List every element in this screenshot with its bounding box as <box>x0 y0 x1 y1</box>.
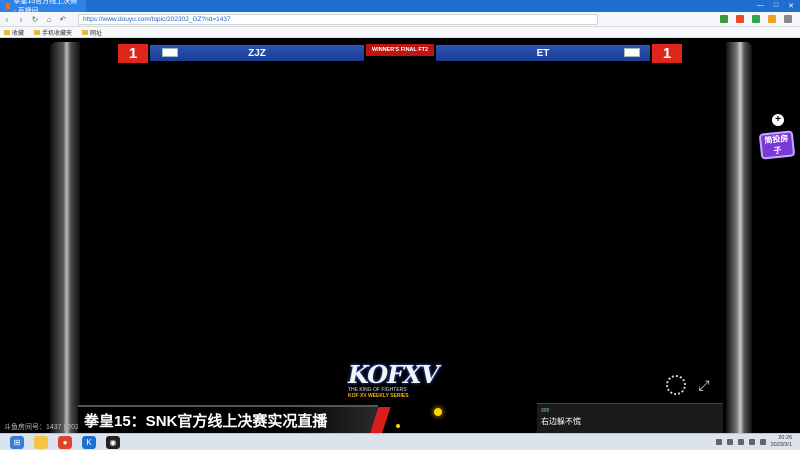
extension-icon[interactable] <box>736 15 744 23</box>
right-frame-decoration <box>726 42 752 442</box>
bookmark-label: 网址 <box>90 30 103 37</box>
start-icon[interactable]: ⊞ <box>10 435 24 449</box>
match-hud: 1 ZJZ WINNER'S FINAL FT2 ET 1 <box>118 44 684 63</box>
right-player-name: ET <box>536 47 550 59</box>
logo-title: KOFXV <box>348 360 439 389</box>
clock-date: 2023/3/1 <box>770 442 792 448</box>
chrome-icon[interactable]: ● <box>58 435 72 449</box>
video-player[interactable]: 1 ZJZ WINNER'S FINAL FT2 ET 1 + 简投房子 KOF… <box>0 38 800 442</box>
undo-icon[interactable]: ↶ <box>56 15 70 24</box>
windows-taskbar: ⊞ ● K ◉ 20:26 2023/3/1 <box>0 433 800 450</box>
banner-text: 拳皇15：SNK官方线上决赛实况直播 <box>84 412 328 430</box>
url-text: https://www.douyu.com/topic/202302_GZ?ri… <box>83 15 231 23</box>
banner-accent <box>369 407 391 435</box>
address-toolbar: ‹ › ↻ ⌂ ↶ https://www.douyu.com/topic/20… <box>0 12 800 27</box>
light-dot <box>396 424 400 428</box>
tray-icon[interactable] <box>737 439 744 445</box>
left-frame-decoration <box>50 42 80 442</box>
browser-icon[interactable]: K <box>82 435 96 449</box>
right-player-bar: ET <box>436 45 650 61</box>
bookmark-item[interactable]: 收藏 <box>4 28 24 37</box>
minimize-button[interactable]: — <box>757 2 764 10</box>
grid-icon[interactable] <box>720 15 728 23</box>
add-icon[interactable]: + <box>772 114 784 126</box>
extension-icon[interactable] <box>768 15 776 23</box>
kof-logo: KOFXV THE KING OF FIGHTERS KOF XV WEEKLY… <box>348 360 458 404</box>
app-icon[interactable] <box>34 435 48 449</box>
bookmark-item[interactable]: 手机收藏夹 <box>34 28 72 37</box>
chat-box: ggg 右边躲不慌 <box>537 403 723 433</box>
folder-icon <box>34 29 41 35</box>
folder-icon <box>4 29 10 35</box>
browser-titlebar: 拳皇15官方线上决赛 - 直播间 — □ ✕ <box>0 0 800 15</box>
left-score: 1 <box>118 44 148 63</box>
camera-icon <box>624 48 640 57</box>
stream-title-banner: 拳皇15：SNK官方线上决赛实况直播 <box>78 405 391 435</box>
window-controls: — □ ✕ <box>757 2 800 10</box>
clock[interactable]: 20:26 2023/3/1 <box>771 435 792 449</box>
loading-icon <box>666 375 686 395</box>
obs-icon[interactable]: ◉ <box>106 435 120 449</box>
folder-icon <box>82 29 89 35</box>
tray-icon[interactable] <box>726 439 733 445</box>
fullscreen-icon[interactable]: ⤢ <box>694 376 714 394</box>
camera-icon <box>162 48 178 57</box>
left-player-name: ZJZ <box>248 47 266 59</box>
chat-message: 右边躲不慌 <box>541 417 581 426</box>
chat-user: ggg <box>541 407 550 413</box>
clock-time: 20:26 <box>778 435 792 441</box>
bookmark-label: 收藏 <box>12 30 25 37</box>
extension-icons <box>720 15 800 23</box>
bookmark-label: 手机收藏夹 <box>42 30 73 37</box>
light-dot <box>434 408 442 416</box>
tab-favicon-icon <box>6 3 11 9</box>
bookmark-item[interactable]: 网址 <box>82 28 102 37</box>
browser-tab[interactable]: 拳皇15官方线上决赛 - 直播间 <box>0 0 86 15</box>
bookmarks-bar: 收藏 手机收藏夹 网址 <box>0 27 800 38</box>
maximize-button[interactable]: □ <box>774 2 778 10</box>
close-button[interactable]: ✕ <box>788 2 794 10</box>
system-tray: 20:26 2023/3/1 <box>715 435 800 449</box>
back-icon[interactable]: ‹ <box>0 15 14 24</box>
forward-icon[interactable]: › <box>14 15 28 24</box>
tray-icon[interactable] <box>715 439 722 445</box>
menu-icon[interactable] <box>784 15 792 23</box>
match-label: WINNER'S FINAL FT2 <box>366 44 434 56</box>
reload-icon[interactable]: ↻ <box>28 15 42 24</box>
sticker-badge[interactable]: 简投房子 <box>758 130 796 160</box>
shield-icon[interactable] <box>752 15 760 23</box>
url-input[interactable]: https://www.douyu.com/topic/202302_GZ?ri… <box>78 13 598 25</box>
logo-series: KOF XV WEEKLY SERIES <box>348 393 409 399</box>
network-icon[interactable] <box>759 439 766 445</box>
right-score: 1 <box>652 44 682 63</box>
home-icon[interactable]: ⌂ <box>42 15 56 24</box>
volume-icon[interactable] <box>748 439 755 445</box>
left-player-bar: ZJZ <box>150 45 364 61</box>
